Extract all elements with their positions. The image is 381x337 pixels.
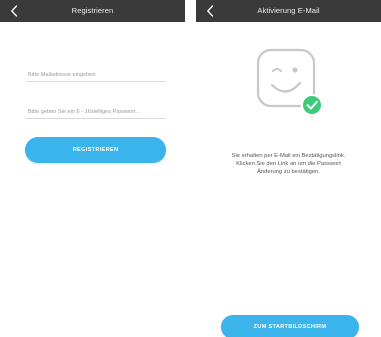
register-title: Registrieren <box>71 6 114 15</box>
winking-face-icon <box>256 48 323 116</box>
email-input[interactable] <box>26 66 166 84</box>
message-line: Änderung zu bestätigen. <box>257 169 320 176</box>
password-input[interactable] <box>26 103 166 121</box>
register-screen: Registrieren REGISTRIEREN <box>0 0 185 337</box>
register-button[interactable]: REGISTRIEREN <box>25 137 166 163</box>
check-circle-icon <box>301 94 323 116</box>
activation-title: Aktivierung E-Mail <box>257 6 320 15</box>
message-line: Klicken Sie den Link an um die Passwort <box>236 161 341 168</box>
activation-screen: Aktivierung E-Mail Sie erhalten per E-Ma… <box>196 0 381 337</box>
home-button[interactable]: ZUM STARTBILDSCHIRM <box>221 315 359 337</box>
register-topbar: Registrieren <box>0 0 185 22</box>
message-line: Sie erhalten per E-Mail ein Bestätigungs… <box>231 153 346 159</box>
app-stage: Registrieren REGISTRIEREN Aktivierung E-… <box>0 0 381 337</box>
password-field[interactable] <box>26 100 166 121</box>
email-field[interactable] <box>26 63 166 84</box>
confirmation-message: Sie erhalten per E-Mail ein Bestätigungs… <box>210 152 367 177</box>
activation-topbar: Aktivierung E-Mail <box>196 0 381 22</box>
